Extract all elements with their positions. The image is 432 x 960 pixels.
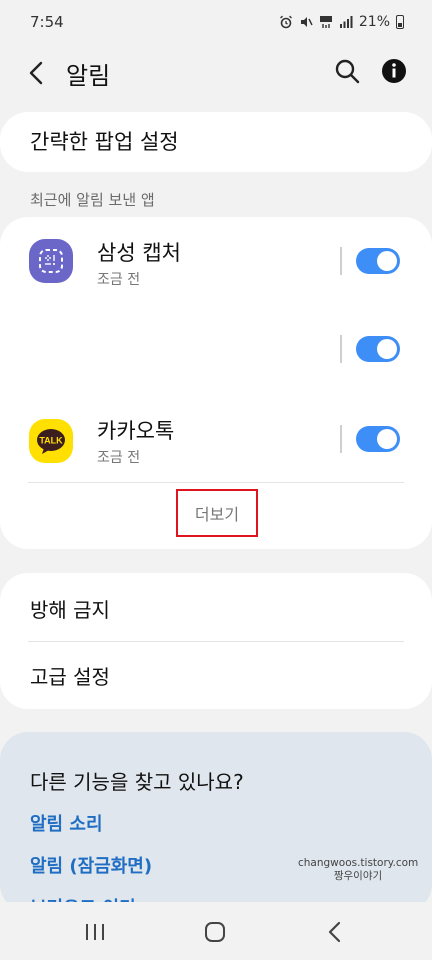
back-arrow-icon[interactable] <box>22 58 52 88</box>
advanced-settings-item[interactable]: 고급 설정 <box>30 661 110 690</box>
app-toggle[interactable] <box>356 426 400 452</box>
app-row-samsung-capture[interactable]: 삼성 캡처 조금 전 <box>0 217 432 297</box>
alarm-icon <box>279 15 292 29</box>
samsung-capture-icon <box>29 239 73 283</box>
watermark: changwoos.tistory.com 짱우이야기 <box>298 857 418 883</box>
settings-divider <box>28 641 404 642</box>
page-title: 알림 <box>66 62 111 90</box>
popup-settings-card[interactable]: 간략한 팝업 설정 <box>0 112 432 172</box>
toggle-knob <box>377 251 397 271</box>
settings-card: 방해 금지 고급 설정 <box>0 573 432 709</box>
app-toggle[interactable] <box>356 336 400 362</box>
popup-settings-label: 간략한 팝업 설정 <box>30 130 179 154</box>
app-name: 삼성 캡처 <box>97 241 181 265</box>
status-bar: 7:54 21% <box>0 0 432 44</box>
do-not-disturb-item[interactable]: 방해 금지 <box>30 594 110 623</box>
battery-icon <box>396 15 404 29</box>
signal-icon <box>339 16 353 28</box>
row-divider <box>340 335 342 363</box>
status-icons: 21% <box>279 14 404 30</box>
info-icon[interactable] <box>380 57 408 85</box>
mute-icon <box>300 17 313 27</box>
toggle-knob <box>377 339 397 359</box>
more-button[interactable]: 더보기 <box>176 489 258 537</box>
toggle-knob <box>377 429 397 449</box>
link-notification-sound[interactable]: 알림 소리 <box>30 810 103 836</box>
more-button-label: 더보기 <box>194 505 240 524</box>
back-icon[interactable] <box>322 919 348 945</box>
link-lockscreen-notifications[interactable]: 알림 (잠금화면) <box>30 852 152 878</box>
redacted-area <box>18 322 172 376</box>
app-time: 조금 전 <box>97 450 141 466</box>
kakaotalk-icon: TALK <box>29 419 73 463</box>
status-time: 7:54 <box>30 13 64 31</box>
watermark-line1: changwoos.tistory.com <box>298 857 419 869</box>
app-name: 카카오톡 <box>97 419 175 443</box>
list-divider <box>28 482 404 483</box>
battery-percent: 21% <box>358 14 390 30</box>
search-icon[interactable] <box>332 56 362 86</box>
row-divider <box>340 247 342 275</box>
row-divider <box>340 425 342 453</box>
4g-lte-icon <box>319 16 332 28</box>
suggestions-card: 다른 기능을 찾고 있나요? 알림 소리 알림 (잠금화면) 브리오그 이기 <box>0 732 432 919</box>
home-icon[interactable] <box>202 919 228 945</box>
app-bar: 알림 <box>0 44 432 100</box>
watermark-line2: 짱우이야기 <box>333 870 383 882</box>
app-row-kakaotalk[interactable]: TALK 카카오톡 조금 전 <box>0 397 432 477</box>
kakaotalk-icon-text: TALK <box>39 436 63 446</box>
app-time: 조금 전 <box>97 272 141 288</box>
app-toggle[interactable] <box>356 248 400 274</box>
recent-apps-icon[interactable] <box>82 919 108 945</box>
navigation-bar <box>0 902 432 960</box>
recent-apps-header: 최근에 알림 보낸 앱 <box>30 191 155 209</box>
suggestions-title: 다른 기능을 찾고 있나요? <box>30 770 244 794</box>
